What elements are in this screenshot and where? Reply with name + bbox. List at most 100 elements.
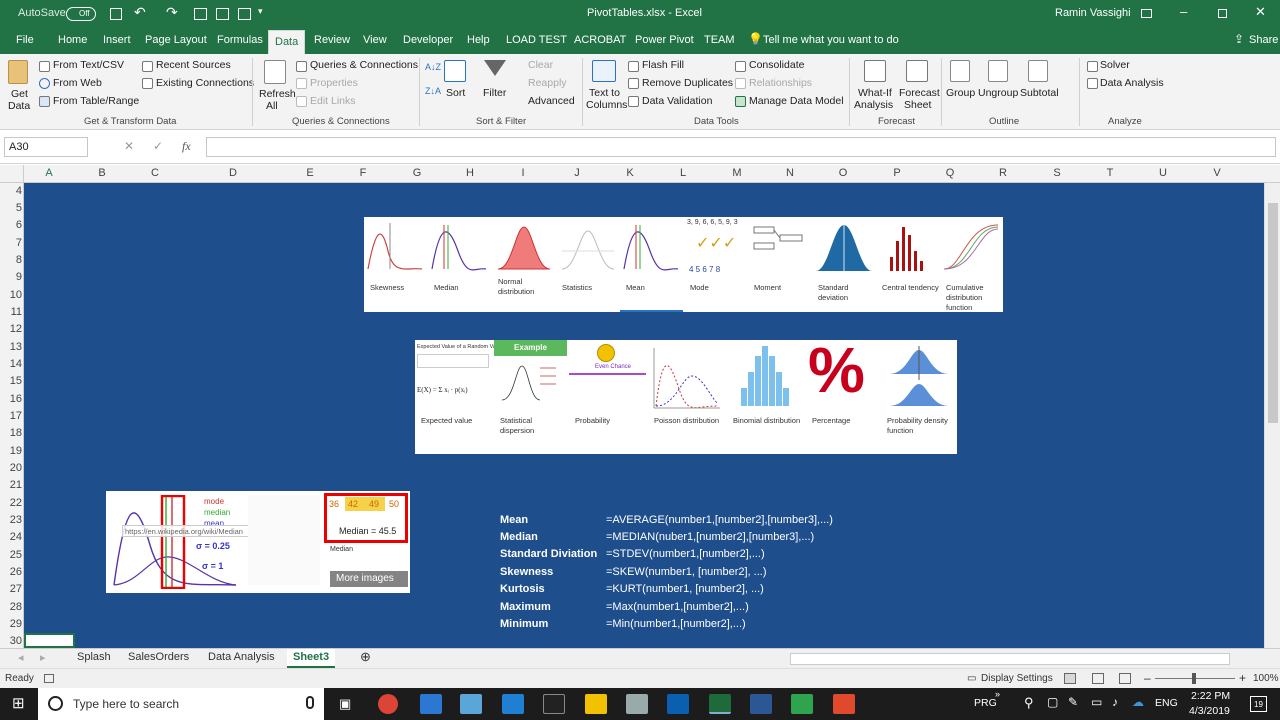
gallery-card[interactable]: Central tendency [876, 217, 939, 312]
gallery-card[interactable]: Standard deviation [812, 217, 875, 312]
row-header[interactable]: 13 [0, 341, 22, 353]
forecast-sheet-button-2[interactable]: Sheet [904, 99, 931, 111]
clock-time[interactable]: 2:22 PM [1191, 690, 1230, 702]
get-data-button-2[interactable]: Data [8, 100, 30, 112]
column-header[interactable]: L [676, 167, 690, 179]
remove-duplicates-button[interactable]: Remove Duplicates [642, 77, 733, 89]
get-data-button[interactable]: Get [11, 88, 28, 100]
text-to-columns-button-2[interactable]: Columns [586, 99, 627, 111]
row-header[interactable]: 11 [0, 306, 22, 318]
app-icon[interactable] [460, 694, 482, 714]
row-header[interactable]: 19 [0, 445, 22, 457]
share-button[interactable]: Share [1249, 34, 1278, 46]
recent-sources-button[interactable]: Recent Sources [156, 59, 231, 71]
median-image-thumbnail[interactable]: mode median mean https://en.wikipedia.or… [106, 491, 410, 593]
row-header[interactable]: 26 [0, 566, 22, 578]
recorder-icon[interactable] [833, 694, 855, 714]
reapply-button[interactable]: Reapply [528, 77, 567, 89]
row-header[interactable]: 18 [0, 427, 22, 439]
column-header[interactable]: T [1103, 167, 1117, 179]
column-header[interactable]: V [1210, 167, 1224, 179]
gallery-card[interactable]: Probability density function [881, 340, 957, 454]
column-header[interactable]: H [463, 167, 477, 179]
scroll-tabs-left-icon[interactable]: ◂ [18, 651, 24, 664]
tray-icon-2[interactable]: ✎ [1068, 695, 1078, 709]
column-header[interactable]: E [303, 167, 317, 179]
internet-explorer-icon[interactable] [420, 694, 442, 714]
image-url-label[interactable]: https://en.wikipedia.org/wiki/Median [122, 525, 258, 537]
column-header[interactable]: O [836, 167, 850, 179]
display-settings-button[interactable]: Display Settings [981, 673, 1053, 684]
tab-view[interactable]: View [363, 34, 387, 46]
column-header[interactable]: P [890, 167, 904, 179]
relationships-button[interactable]: Relationships [749, 77, 812, 89]
consolidate-button[interactable]: Consolidate [749, 59, 804, 71]
column-header[interactable]: F [356, 167, 370, 179]
microphone-icon[interactable] [306, 696, 314, 709]
sort-button[interactable]: Sort [446, 87, 465, 99]
file-explorer-icon[interactable] [585, 694, 607, 714]
macro-record-icon[interactable] [44, 674, 54, 683]
tab-power-pivot[interactable]: Power Pivot [635, 34, 694, 46]
ribbon-display-icon[interactable] [1141, 9, 1152, 18]
advanced-button[interactable]: Advanced [528, 95, 575, 107]
row-header[interactable]: 29 [0, 618, 22, 630]
row-header[interactable]: 16 [0, 393, 22, 405]
vertical-scroll-thumb[interactable] [1268, 203, 1278, 423]
maximize-icon[interactable] [1218, 9, 1227, 18]
gallery-card[interactable]: Even Chance Probability [569, 340, 646, 454]
select-all-corner[interactable] [0, 165, 24, 183]
add-sheet-icon[interactable]: ⊕ [360, 649, 371, 665]
task-view-icon[interactable]: ▣ [339, 696, 351, 712]
column-header[interactable]: S [1050, 167, 1064, 179]
redo-icon[interactable]: ↷ [166, 4, 178, 21]
tab-formulas[interactable]: Formulas [217, 34, 263, 46]
properties-button[interactable]: Properties [310, 77, 358, 89]
row-header[interactable]: 6 [0, 219, 22, 231]
gallery-card[interactable]: Median [428, 217, 491, 312]
zoom-level[interactable]: 100% [1253, 673, 1279, 684]
row-header[interactable]: 30 [0, 635, 22, 647]
existing-connections-button[interactable]: Existing Connections [156, 77, 254, 89]
form-icon[interactable] [194, 8, 207, 20]
gallery-card[interactable]: Cumulative distribution function [940, 217, 1003, 312]
row-header[interactable]: 22 [0, 497, 22, 509]
selected-cell[interactable] [24, 633, 75, 648]
data-validation-button[interactable]: Data Validation [642, 95, 712, 107]
from-text-csv-button[interactable]: From Text/CSV [53, 59, 124, 71]
camera-icon[interactable] [238, 8, 251, 20]
gallery-card[interactable]: Poisson distribution [648, 340, 725, 454]
onedrive-icon[interactable]: ☁ [1132, 695, 1144, 709]
normal-view-icon[interactable] [1064, 673, 1076, 684]
from-table-range-button[interactable]: From Table/Range [53, 95, 139, 107]
column-header[interactable]: U [1156, 167, 1170, 179]
group-button[interactable]: Group [946, 87, 975, 99]
tab-team[interactable]: TEAM [704, 34, 735, 46]
row-header[interactable]: 17 [0, 410, 22, 422]
gallery-card[interactable]: Binomial distribution [727, 340, 804, 454]
refresh-all-button-2[interactable]: All [266, 100, 278, 112]
sheet-tab-salesorders[interactable]: SalesOrders [128, 651, 189, 663]
row-header[interactable]: 15 [0, 375, 22, 387]
gallery-card[interactable]: Expected Value of a Random Variable E(X)… [415, 340, 509, 454]
subtotal-button[interactable]: Subtotal [1020, 87, 1059, 99]
gallery-card[interactable]: % Percentage [806, 334, 879, 454]
windows-start-icon[interactable]: ⊞ [12, 694, 25, 712]
name-box[interactable]: A30 [4, 137, 88, 157]
volume-icon[interactable]: ♪ [1112, 695, 1118, 709]
settings-app-icon[interactable] [626, 694, 648, 714]
input-language-eng[interactable]: ENG [1155, 697, 1178, 709]
column-header[interactable]: A [42, 167, 56, 179]
sort-az-icon[interactable]: A↓Z [425, 62, 441, 72]
terminal-icon[interactable] [543, 694, 565, 714]
autosave-toggle[interactable]: Off [66, 7, 96, 21]
zoom-in-icon[interactable]: + [1239, 671, 1246, 685]
data-analysis-button[interactable]: Data Analysis [1100, 77, 1164, 89]
outlook-icon[interactable] [667, 694, 689, 714]
sheet-tab-data-analysis[interactable]: Data Analysis [208, 651, 275, 663]
column-header[interactable]: C [148, 167, 162, 179]
tab-review[interactable]: Review [314, 34, 350, 46]
gallery-card[interactable]: Statistics [556, 217, 619, 312]
row-header[interactable]: 10 [0, 289, 22, 301]
gallery-card[interactable]: Normal distribution [492, 217, 555, 312]
